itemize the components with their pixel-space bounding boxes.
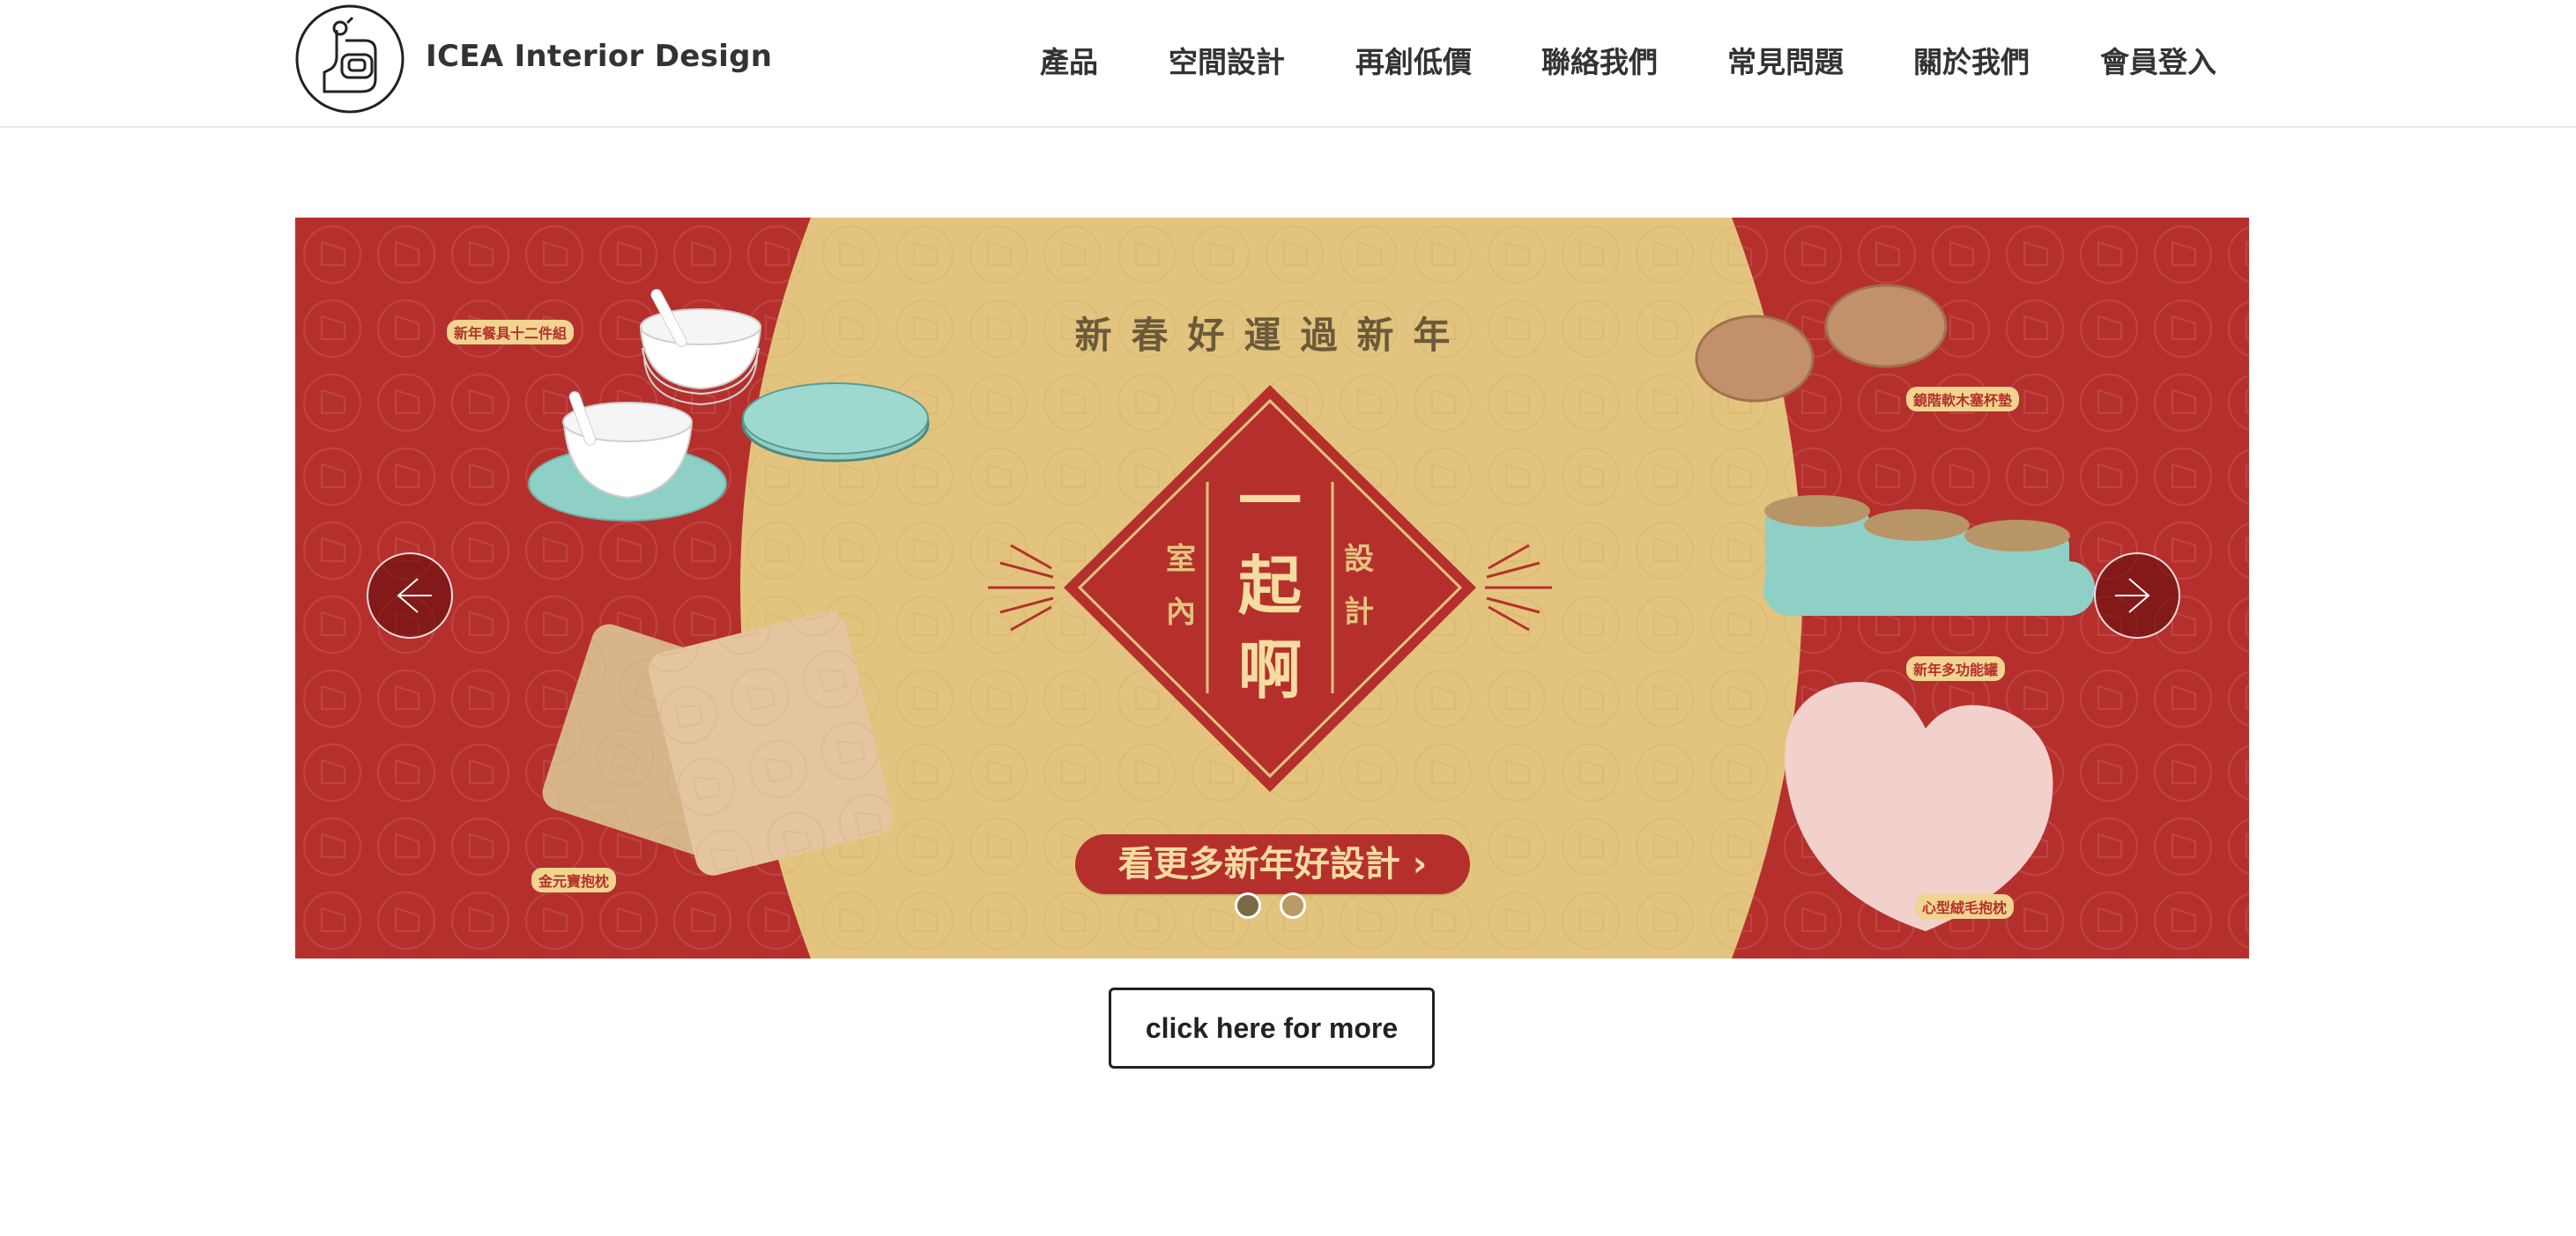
diamond-big-text: 一起啊 — [1237, 463, 1302, 707]
nav-login[interactable]: 會員登入 — [2100, 39, 2216, 81]
nav-space-design[interactable]: 空間設計 — [1169, 39, 1285, 81]
tag-pillow-gold: 金元寶抱枕 — [531, 868, 617, 892]
site-header: ICEA Interior Design 產品 空間設計 再創低價 聯絡我們 常… — [0, 0, 2576, 128]
diamond-left-text: 室內 — [1166, 542, 1196, 630]
banner-headline: 新春好運過新年 — [1074, 314, 1470, 357]
arrow-left-icon — [397, 578, 432, 613]
nav-contact[interactable]: 聯絡我們 — [1541, 39, 1658, 81]
carousel-prev-button[interactable] — [367, 552, 453, 639]
nav-about[interactable]: 關於我們 — [1913, 39, 2030, 81]
tag-container: 新年多功能罐 — [1906, 656, 2006, 681]
hero-carousel[interactable]: 新春好運過新年 室內 一起啊 設計 新年餐具十二件組 鏡階軟木塞杯墊 新年多功能… — [295, 218, 2249, 958]
click-here-for-more-button[interactable]: click here for more — [1109, 988, 1435, 1069]
arrow-right-icon — [2115, 578, 2150, 613]
diamond-right-text: 設計 — [1344, 542, 1374, 630]
nav-faq[interactable]: 常見問題 — [1727, 39, 1844, 81]
nav-products[interactable]: 產品 — [1040, 39, 1098, 81]
nav-low-price[interactable]: 再創低價 — [1355, 39, 1472, 81]
carousel-dot-1[interactable] — [1235, 892, 1261, 919]
carousel-dot-2[interactable] — [1280, 892, 1306, 919]
tag-tableware: 新年餐具十二件組 — [447, 320, 575, 344]
carousel-next-button[interactable] — [2094, 552, 2180, 639]
tag-coaster: 鏡階軟木塞杯墊 — [1906, 387, 2020, 411]
banner-cta-button[interactable]: 看更多新年好設計 › — [1075, 834, 1470, 894]
logo-icon[interactable] — [294, 4, 405, 115]
brand-name[interactable]: ICEA Interior Design — [426, 39, 772, 74]
tag-pillow-heart: 心型絨毛抱枕 — [1915, 894, 2015, 919]
